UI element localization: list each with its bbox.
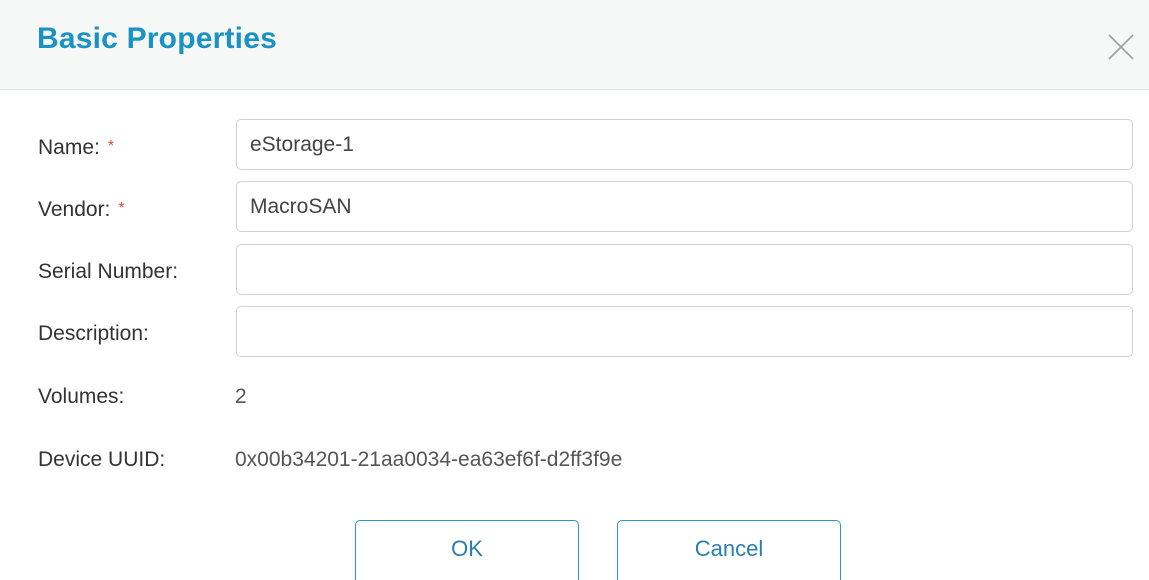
close-icon[interactable] bbox=[1106, 32, 1136, 62]
device-uuid-value: 0x00b34201-21aa0034-ea63ef6f-d2ff3f9e bbox=[235, 448, 623, 471]
description-label: Description: bbox=[38, 322, 149, 345]
dialog-title: Basic Properties bbox=[37, 22, 277, 55]
volumes-label: Volumes: bbox=[38, 385, 125, 408]
name-input[interactable] bbox=[236, 119, 1133, 170]
serial-number-label: Serial Number: bbox=[38, 260, 179, 283]
vendor-label: Vendor: * bbox=[38, 198, 125, 221]
volumes-value: 2 bbox=[235, 385, 247, 408]
basic-properties-dialog: Basic Properties Name:* Vendor:* Serial … bbox=[0, 0, 1149, 580]
ok-button[interactable]: OK bbox=[355, 520, 579, 580]
name-required-mark: * bbox=[107, 138, 115, 155]
device-uuid-label: Device UUID: bbox=[38, 448, 166, 471]
cancel-button[interactable]: Cancel bbox=[617, 520, 841, 580]
vendor-input[interactable] bbox=[236, 181, 1133, 232]
serial-number-input[interactable] bbox=[236, 244, 1133, 295]
vendor-required-mark: * bbox=[118, 200, 125, 217]
name-label: Name: * bbox=[38, 136, 115, 159]
dialog-header: Basic Properties bbox=[0, 0, 1149, 90]
description-input[interactable] bbox=[236, 306, 1133, 357]
